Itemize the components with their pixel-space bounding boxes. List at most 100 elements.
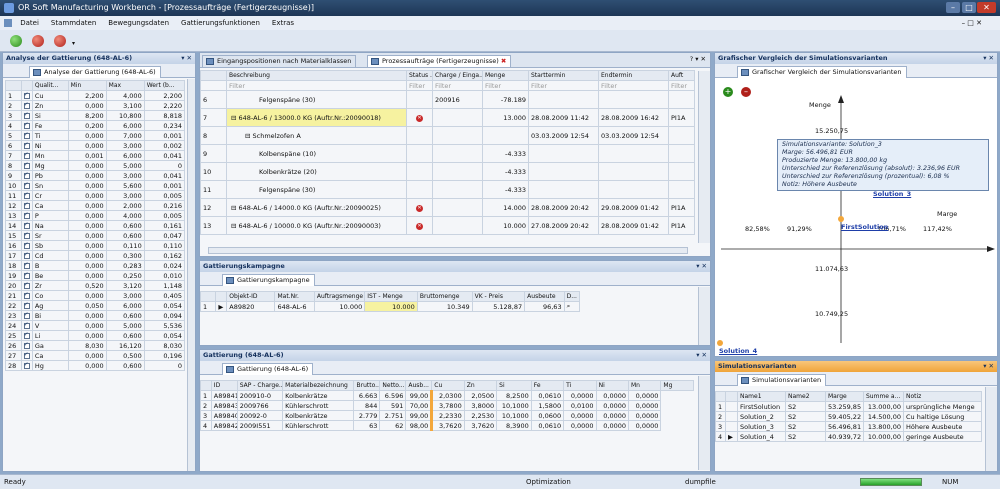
expand-icon[interactable]: ⊟: [245, 132, 253, 140]
checkbox[interactable]: [23, 302, 30, 309]
point-solution-3[interactable]: Solution_3: [873, 190, 911, 198]
checkbox[interactable]: [23, 122, 30, 129]
checkbox[interactable]: [23, 242, 30, 249]
filter-cell[interactable]: Filter: [226, 80, 407, 91]
checkbox-cell[interactable]: [20, 90, 33, 101]
simulation-panel-controls[interactable]: ▾ ✕: [983, 361, 994, 372]
filter-cell[interactable]: Filter: [598, 80, 669, 91]
col-gat-6[interactable]: Cu: [431, 380, 465, 391]
checkbox-cell[interactable]: [20, 280, 33, 291]
col-gat-3[interactable]: Brutto...: [353, 380, 381, 391]
checkbox-cell[interactable]: [20, 140, 33, 151]
table-row[interactable]: 22 Ag0,0506,0000,054: [5, 300, 186, 311]
checkbox-cell[interactable]: [20, 310, 33, 321]
col-1[interactable]: Qualit...: [31, 80, 69, 91]
toolbar-overflow-icon[interactable]: ▾: [72, 40, 75, 47]
checkbox[interactable]: [23, 212, 30, 219]
simulation-vscroll[interactable]: [985, 387, 997, 471]
checkbox[interactable]: [23, 92, 30, 99]
panel-controls[interactable]: ▾ ✕: [181, 53, 192, 64]
col-sim-1[interactable]: Name2: [785, 391, 826, 402]
filter-cell[interactable]: Filter: [668, 80, 695, 91]
col-3[interactable]: Max: [105, 80, 145, 91]
point-firstsolution[interactable]: FirstSolution: [841, 223, 888, 231]
table-row[interactable]: 3 Si8,20010,8008,818: [5, 110, 186, 121]
checkbox[interactable]: [23, 222, 30, 229]
table-row[interactable]: 11 Felgenspäne (30) -4.333: [200, 180, 695, 199]
col-gat-7[interactable]: Zn: [463, 380, 498, 391]
col-gat-0[interactable]: ID: [210, 380, 238, 391]
col-ord-5[interactable]: Endtermin: [598, 70, 669, 81]
campaign-cell[interactable]: 10.000: [364, 301, 418, 312]
table-row[interactable]: 3 A89840 20092-0 Kolbenkrätze 2.779 2.751 99,0…: [200, 410, 694, 421]
col-ord-4[interactable]: Starttermin: [528, 70, 599, 81]
tab-gattierung[interactable]: Gattierung (648-AL-6): [222, 363, 314, 375]
table-row[interactable]: 14 Na0,0000,6000,161: [5, 220, 186, 231]
filter-cell[interactable]: Filter: [482, 80, 529, 91]
col-camp-4[interactable]: Bruttomenge: [416, 291, 473, 302]
table-row[interactable]: 1 A89841 200910-0 Kolbenkrätze 6.663 6.596 99,…: [200, 390, 694, 401]
checkbox-cell[interactable]: [20, 170, 33, 181]
checkbox-cell[interactable]: [20, 290, 33, 301]
checkbox[interactable]: [23, 352, 30, 359]
gattierung-panel-controls[interactable]: ▾ ✕: [696, 350, 707, 361]
col-camp-6[interactable]: Ausbeute: [524, 291, 565, 302]
checkbox-cell[interactable]: [20, 130, 33, 141]
col-ord-2[interactable]: Charge / Einga...: [432, 70, 483, 81]
filter-cell[interactable]: Filter: [406, 80, 433, 91]
table-row[interactable]: 25 Li0,0000,6000,054: [5, 330, 186, 341]
col-sim-3[interactable]: Summe a...: [863, 391, 904, 402]
gattierung-vscroll[interactable]: [698, 376, 710, 470]
checkbox-cell[interactable]: [20, 220, 33, 231]
point-solution-4[interactable]: Solution_4: [719, 347, 757, 355]
col-gat-1[interactable]: SAP - Charge...: [236, 380, 284, 391]
table-row[interactable]: 15 Sr0,0000,6000,047: [5, 230, 186, 241]
table-row[interactable]: 16Sb0,0000,1100,110: [5, 240, 186, 251]
table-row[interactable]: 1Cu2,2004,0002,200: [5, 90, 186, 101]
table-row[interactable]: 4 A89842 2009I551 Kühlerschrott 63 62 98,00 3,7…: [200, 420, 694, 431]
menu-item-0[interactable]: Datei: [20, 19, 39, 27]
col-ord-6[interactable]: Auft: [668, 70, 695, 81]
checkbox[interactable]: [23, 112, 30, 119]
filter-cell[interactable]: Filter: [432, 80, 483, 91]
col-sim-4[interactable]: Notiz: [903, 391, 982, 402]
checkbox-cell[interactable]: [20, 260, 33, 271]
checkbox[interactable]: [23, 142, 30, 149]
table-row[interactable]: 28 Hg0,0000,6000: [5, 360, 186, 371]
checkbox-cell[interactable]: [20, 300, 33, 311]
tab-analysis[interactable]: Analyse der Gattierung (648-AL-6): [29, 66, 161, 78]
col-gat-8[interactable]: Si: [496, 380, 532, 391]
table-row[interactable]: 6 Felgenspäne (30) 200916 -78.189: [200, 90, 695, 109]
orders-hscroll[interactable]: [208, 247, 688, 254]
table-row[interactable]: 3 Solution_3 S2 56.496,81 13.800,00 Höhere Au…: [715, 421, 982, 432]
table-row[interactable]: 27 Ca0,0000,5000,196: [5, 350, 186, 361]
table-row[interactable]: 12 ⊟ 648-AL-6 / 14000.0 KG (Auftr.Nr.:200…: [200, 198, 695, 217]
checkbox-cell[interactable]: [20, 200, 33, 211]
col-gat-12[interactable]: Mn: [627, 380, 662, 391]
sim-cell[interactable]: Höhere Ausbeute: [903, 421, 982, 432]
checkbox-cell[interactable]: [20, 250, 33, 261]
col-4[interactable]: Wert (b...: [143, 80, 186, 91]
checkbox-cell[interactable]: [20, 190, 33, 201]
checkbox[interactable]: [23, 102, 30, 109]
checkbox[interactable]: [23, 272, 30, 279]
checkbox[interactable]: [23, 172, 30, 179]
checkbox-cell[interactable]: [20, 320, 33, 331]
checkbox[interactable]: [23, 132, 30, 139]
expand-icon[interactable]: ⊟: [231, 204, 239, 212]
table-row[interactable]: 21 Co0,0003,0000,405: [5, 290, 186, 301]
expand-icon[interactable]: ⊟: [231, 114, 239, 122]
tab-campaign[interactable]: Gattierungskampagne: [222, 274, 315, 286]
col-camp-7[interactable]: D...: [563, 291, 581, 302]
table-row[interactable]: 5 Ti0,0007,0000,001: [5, 130, 186, 141]
checkbox-cell[interactable]: [20, 160, 33, 171]
col-gat-13[interactable]: Mg: [660, 380, 694, 391]
analysis-scrollbar[interactable]: [187, 79, 195, 471]
tab-simulation[interactable]: Simulationsvarianten: [737, 374, 827, 386]
menu-item-2[interactable]: Bewegungsdaten: [108, 19, 169, 27]
checkbox[interactable]: [23, 232, 30, 239]
red-action-icon[interactable]: [32, 35, 44, 47]
col-2[interactable]: Min: [67, 80, 107, 91]
checkbox-cell[interactable]: [20, 120, 33, 131]
col-gat-9[interactable]: Fe: [530, 380, 565, 391]
